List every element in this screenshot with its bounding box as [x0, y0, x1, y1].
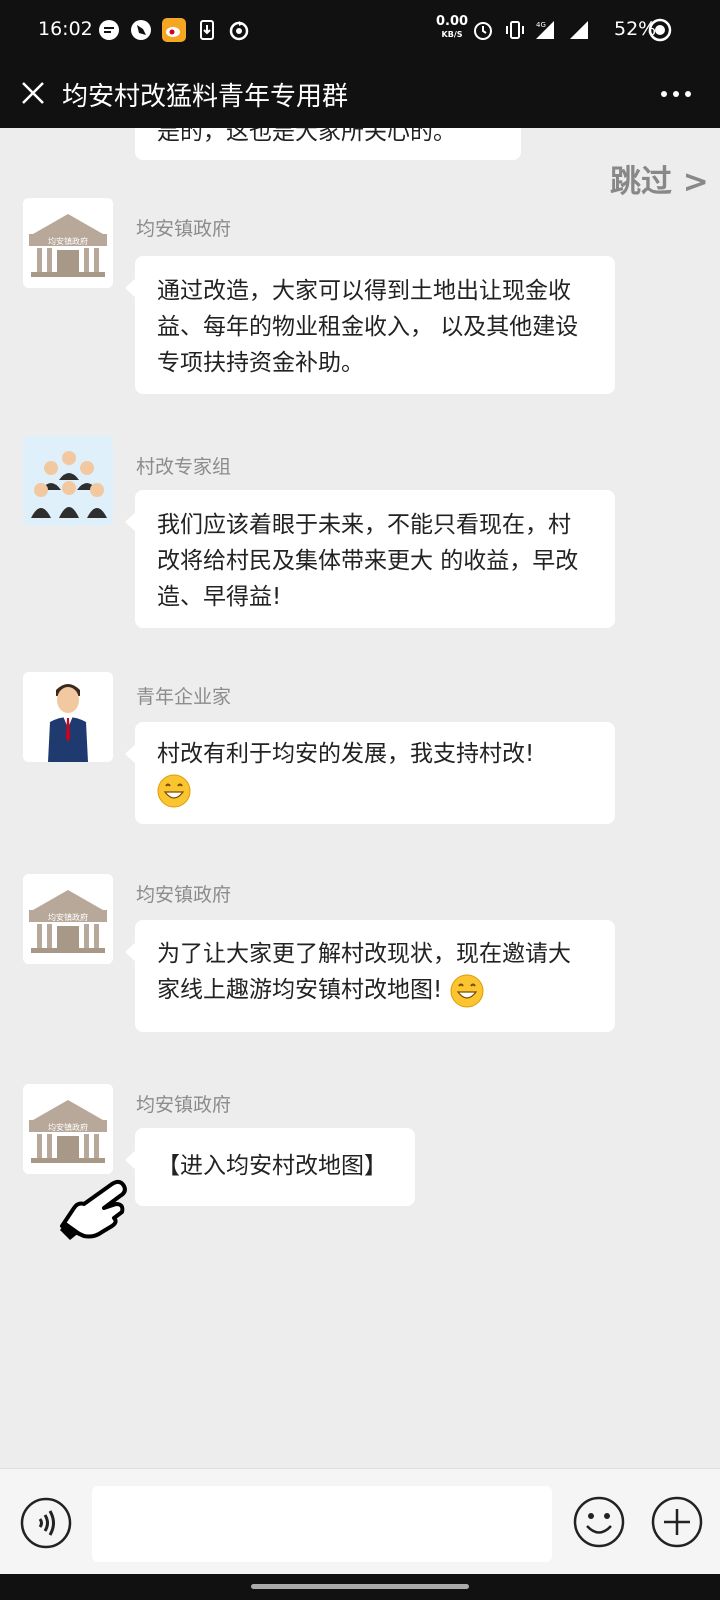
- government-building-icon: 均安镇政府: [23, 874, 113, 964]
- close-icon[interactable]: [18, 78, 48, 108]
- avatar-government[interactable]: 均安镇政府: [23, 1084, 113, 1174]
- sender-name: 均安镇政府: [136, 1094, 232, 1116]
- sender-name: 均安镇政府: [136, 218, 232, 240]
- signal-4g-icon: 4G: [536, 21, 554, 39]
- nav-bar: 均安村改猛料青年专用群: [0, 62, 720, 128]
- svg-text:4G: 4G: [536, 21, 546, 29]
- sender-name: 村改专家组: [136, 456, 232, 478]
- grin-emoji-icon: [157, 774, 191, 807]
- net-speed: 0.00 KB/S: [436, 14, 469, 39]
- message-icon: [99, 20, 119, 40]
- avatar-businessman[interactable]: [23, 672, 113, 762]
- message-bubble: 村改有利于均安的发展，我支持村改!: [125, 722, 615, 824]
- skip-button[interactable]: 跳过 >: [610, 156, 709, 201]
- expert-group-icon: [23, 436, 113, 526]
- message-bubble-partial: 是的，这也是大家所关心的。: [135, 128, 521, 160]
- weibo-icon: [162, 18, 186, 42]
- status-time: 16:02: [38, 18, 93, 40]
- emoji-picker-icon[interactable]: [572, 1495, 626, 1549]
- alarm-icon: [474, 22, 492, 40]
- voice-input-icon[interactable]: [20, 1497, 72, 1549]
- svg-text:均安镇政府: 均安镇政府: [48, 236, 88, 246]
- hand-icon: [131, 20, 151, 40]
- enter-map-link[interactable]: 【进入均安村改地图】: [125, 1128, 415, 1206]
- input-bar: [0, 1468, 720, 1574]
- businessman-icon: [23, 672, 113, 762]
- vibrate-icon: [506, 21, 524, 39]
- more-functions-icon[interactable]: [650, 1495, 704, 1549]
- message-bubble: 我们应该着眼于未来，不能只看现在，村 改将给村民及集体带来更大 的收益，早改 造…: [125, 490, 615, 628]
- signal-icon: [570, 21, 588, 39]
- grin-emoji-icon: [450, 974, 484, 1007]
- home-indicator[interactable]: [251, 1584, 469, 1589]
- status-bar: 16:02 0.00 KB/S 4G 52%: [0, 0, 720, 62]
- avatar-government[interactable]: 均安镇政府: [23, 874, 113, 964]
- sync-icon: [229, 21, 249, 41]
- sender-name: 青年企业家: [136, 686, 232, 708]
- message-bubble: 为了让大家更了解村改现状，现在邀请大 家线上趣游均安镇村改地图!: [125, 920, 615, 1032]
- system-nav-bar: [0, 1574, 720, 1600]
- message-input[interactable]: [92, 1486, 552, 1562]
- chat-area[interactable]: 是的，这也是大家所关心的。 跳过 > 均安镇政府 均安镇政府 通过改造，大家可以…: [0, 128, 720, 1468]
- battery-icon: [648, 18, 672, 42]
- svg-text:均安镇政府: 均安镇政府: [48, 912, 88, 922]
- more-options-icon[interactable]: [656, 84, 696, 104]
- government-building-icon: 均安镇政府: [23, 1084, 113, 1174]
- sender-name: 均安镇政府: [136, 884, 232, 906]
- avatar-government[interactable]: 均安镇政府: [23, 198, 113, 288]
- svg-text:均安镇政府: 均安镇政府: [48, 1122, 88, 1132]
- pointing-hand-icon: [60, 1179, 127, 1240]
- chat-title: 均安村改猛料青年专用群: [62, 82, 349, 112]
- government-building-icon: 均安镇政府: [23, 198, 113, 288]
- avatar-expert-group[interactable]: [23, 436, 113, 526]
- message-bubble: 通过改造，大家可以得到土地出让现金收 益、每年的物业租金收入， 以及其他建设 专…: [125, 256, 615, 394]
- download-icon: [200, 20, 214, 40]
